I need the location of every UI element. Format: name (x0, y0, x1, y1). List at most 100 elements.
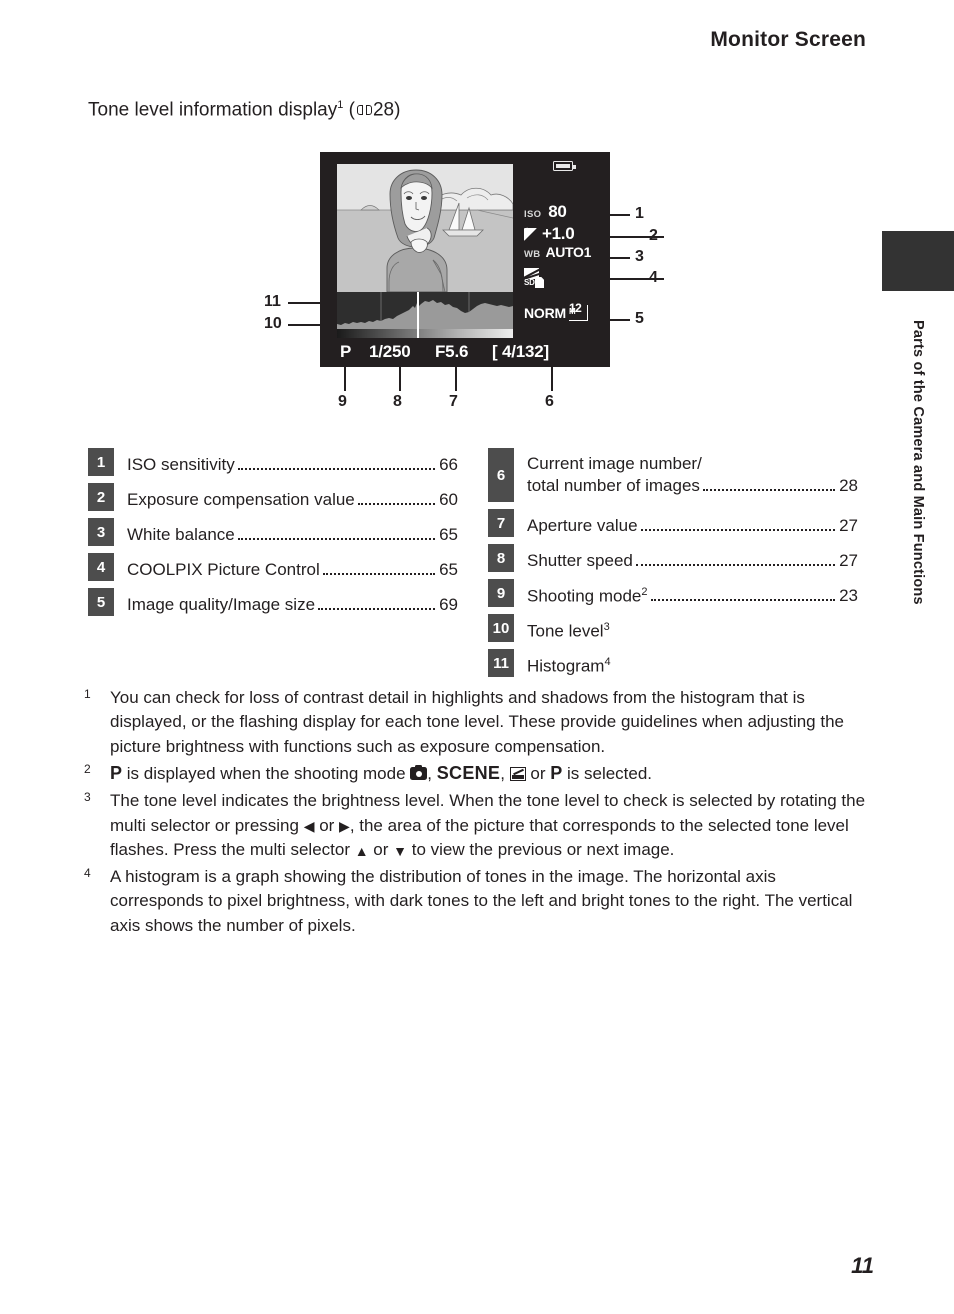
section-ref-close-paren: ) (394, 99, 401, 121)
footnote-2-text: P is displayed when the shooting mode , … (110, 761, 874, 787)
legend-badge-7: 7 (488, 509, 514, 537)
leader-line-1 (585, 214, 630, 216)
callout-number-9: 9 (338, 393, 347, 410)
image-preview (337, 164, 513, 292)
legend-item-6: 6 Current image number/ total number of … (488, 448, 858, 502)
legend-item-2: 2 Exposure compensation value 60 (88, 483, 458, 511)
aperture-value: F5.6 (435, 342, 469, 361)
legend-body-4: COOLPIX Picture Control 65 (114, 553, 458, 581)
callout-number-11: 11 (264, 293, 281, 310)
callout-number-5: 5 (635, 310, 644, 327)
iso-value: 80 (548, 202, 567, 221)
footnote-2-marker: 2 (84, 762, 91, 777)
callout-number-8: 8 (393, 393, 402, 410)
iso-indicator: ISO 80 (524, 202, 567, 222)
section-heading-footnote-marker: 1 (337, 99, 344, 111)
callout-number-4: 4 (649, 269, 658, 286)
footnote-2-comma2: , (500, 764, 510, 784)
leader-line-6 (551, 362, 553, 391)
tone-level-strip[interactable] (337, 329, 513, 338)
legend-body-3: White balance 65 (114, 518, 458, 546)
legend-item-4: 4 COOLPIX Picture Control 65 (88, 553, 458, 581)
white-balance-label: WB (524, 249, 541, 260)
legend-badge-5: 5 (88, 588, 114, 616)
footnote-3-part5: to view the previous or next image. (407, 840, 675, 860)
legend-label-1: ISO sensitivity (127, 455, 235, 475)
tone-level-cursor[interactable] (417, 292, 419, 338)
footnote-4: 4 A histogram is a graph showing the dis… (84, 865, 874, 938)
legend-body-6: Current image number/ total number of im… (514, 448, 858, 502)
legend-label-6-line2: total number of images (527, 476, 700, 495)
image-quality-size-indicator: NORM 12 M (524, 301, 588, 321)
footnote-3-text: The tone level indicates the brightness … (110, 789, 874, 862)
leader-line-9 (344, 362, 346, 391)
legend-item-5: 5 Image quality/Image size 69 (88, 588, 458, 616)
chapter-tab-block (882, 231, 954, 291)
legend-badge-10: 10 (488, 614, 514, 642)
leader-line-8 (399, 362, 401, 391)
section-heading-text: Tone level information display (88, 99, 338, 121)
legend-badge-9: 9 (488, 579, 514, 607)
white-balance-indicator: WB AUTO1 (524, 244, 591, 260)
scene-mode-label: SCENE (436, 763, 501, 784)
legend-label-5: Image quality/Image size (127, 595, 316, 615)
right-arrow-icon: ▶ (339, 818, 350, 835)
footnote-2-part2: or (525, 764, 551, 784)
chapter-tab-text: Parts of the Camera and Main Functions (910, 320, 926, 605)
exposure-compensation-indicator: +1.0 (524, 224, 575, 244)
page-number: 11 (851, 1253, 874, 1278)
legend-page-1: 66 (439, 455, 458, 475)
image-size-value: 12 (568, 301, 582, 315)
legend-dots-2 (357, 503, 436, 505)
leader-line-7 (455, 362, 457, 391)
legend-page-8: 27 (839, 551, 858, 571)
footnote-1-text: You can check for loss of contrast detai… (110, 688, 844, 756)
legend-label-3: White balance (127, 525, 235, 545)
leader-line-3 (604, 257, 630, 259)
footnote-4-marker: 4 (84, 865, 91, 880)
battery-icon (553, 161, 576, 171)
legend-dots-8 (635, 564, 836, 566)
legend-list-left: 1 ISO sensitivity 66 2 Exposure compensa… (88, 448, 458, 623)
legend-dots-7 (640, 529, 836, 531)
frame-counter-value: [ 4/132] (492, 342, 549, 361)
section-heading: Tone level information display1 (28) (88, 99, 400, 121)
legend-label-2: Exposure compensation value (127, 490, 355, 510)
footnote-1: 1 You can check for loss of contrast det… (84, 686, 874, 759)
legend-label-9: Shooting mode2 (527, 585, 648, 606)
legend-label-8: Shutter speed (527, 551, 633, 571)
legend-page-3: 65 (439, 525, 458, 545)
legend-list-right: 6 Current image number/ total number of … (488, 448, 858, 684)
legend-item-1: 1 ISO sensitivity 66 (88, 448, 458, 476)
legend-page-6: 28 (839, 476, 858, 495)
legend-page-9: 23 (839, 586, 858, 606)
legend-dots-3 (237, 538, 436, 540)
legend-label-4: COOLPIX Picture Control (127, 560, 320, 580)
legend-item-3: 3 White balance 65 (88, 518, 458, 546)
exposure-compensation-icon (524, 224, 537, 241)
legend-footnote-9: 2 (641, 585, 648, 598)
callout-number-1: 1 (635, 205, 644, 222)
exposure-compensation-value: +1.0 (542, 224, 575, 243)
callout-number-3: 3 (635, 248, 644, 265)
legend-dots-5 (318, 608, 436, 610)
legend-item-9: 9 Shooting mode2 23 (488, 579, 858, 607)
legend-badge-11: 11 (488, 649, 514, 677)
legend-body-8: Shutter speed 27 (514, 544, 858, 572)
legend-body-7: Aperture value 27 (514, 509, 858, 537)
legend-badge-8: 8 (488, 544, 514, 572)
callout-number-6: 6 (545, 393, 554, 410)
footnote-3-part2: or (314, 815, 340, 835)
mode-p-icon: P (110, 763, 123, 784)
legend-body-5: Image quality/Image size 69 (114, 588, 458, 616)
histogram-graph (337, 292, 513, 329)
legend-body-11: Histogram4 (514, 649, 858, 677)
chapter-tab-label: Parts of the Camera and Main Functions (882, 320, 954, 680)
leader-line-11 (288, 302, 337, 304)
iso-label: ISO (524, 209, 542, 220)
legend-label-6-line1: Current image number/ (527, 454, 702, 474)
footnote-4-text: A histogram is a graph showing the distr… (110, 866, 853, 935)
monitor-osd-right: ISO 80 +1.0 WB AUTO1 SD NORM 12M (520, 152, 610, 338)
legend-dots-9 (650, 599, 836, 601)
legend-body-10: Tone level3 (514, 614, 858, 642)
